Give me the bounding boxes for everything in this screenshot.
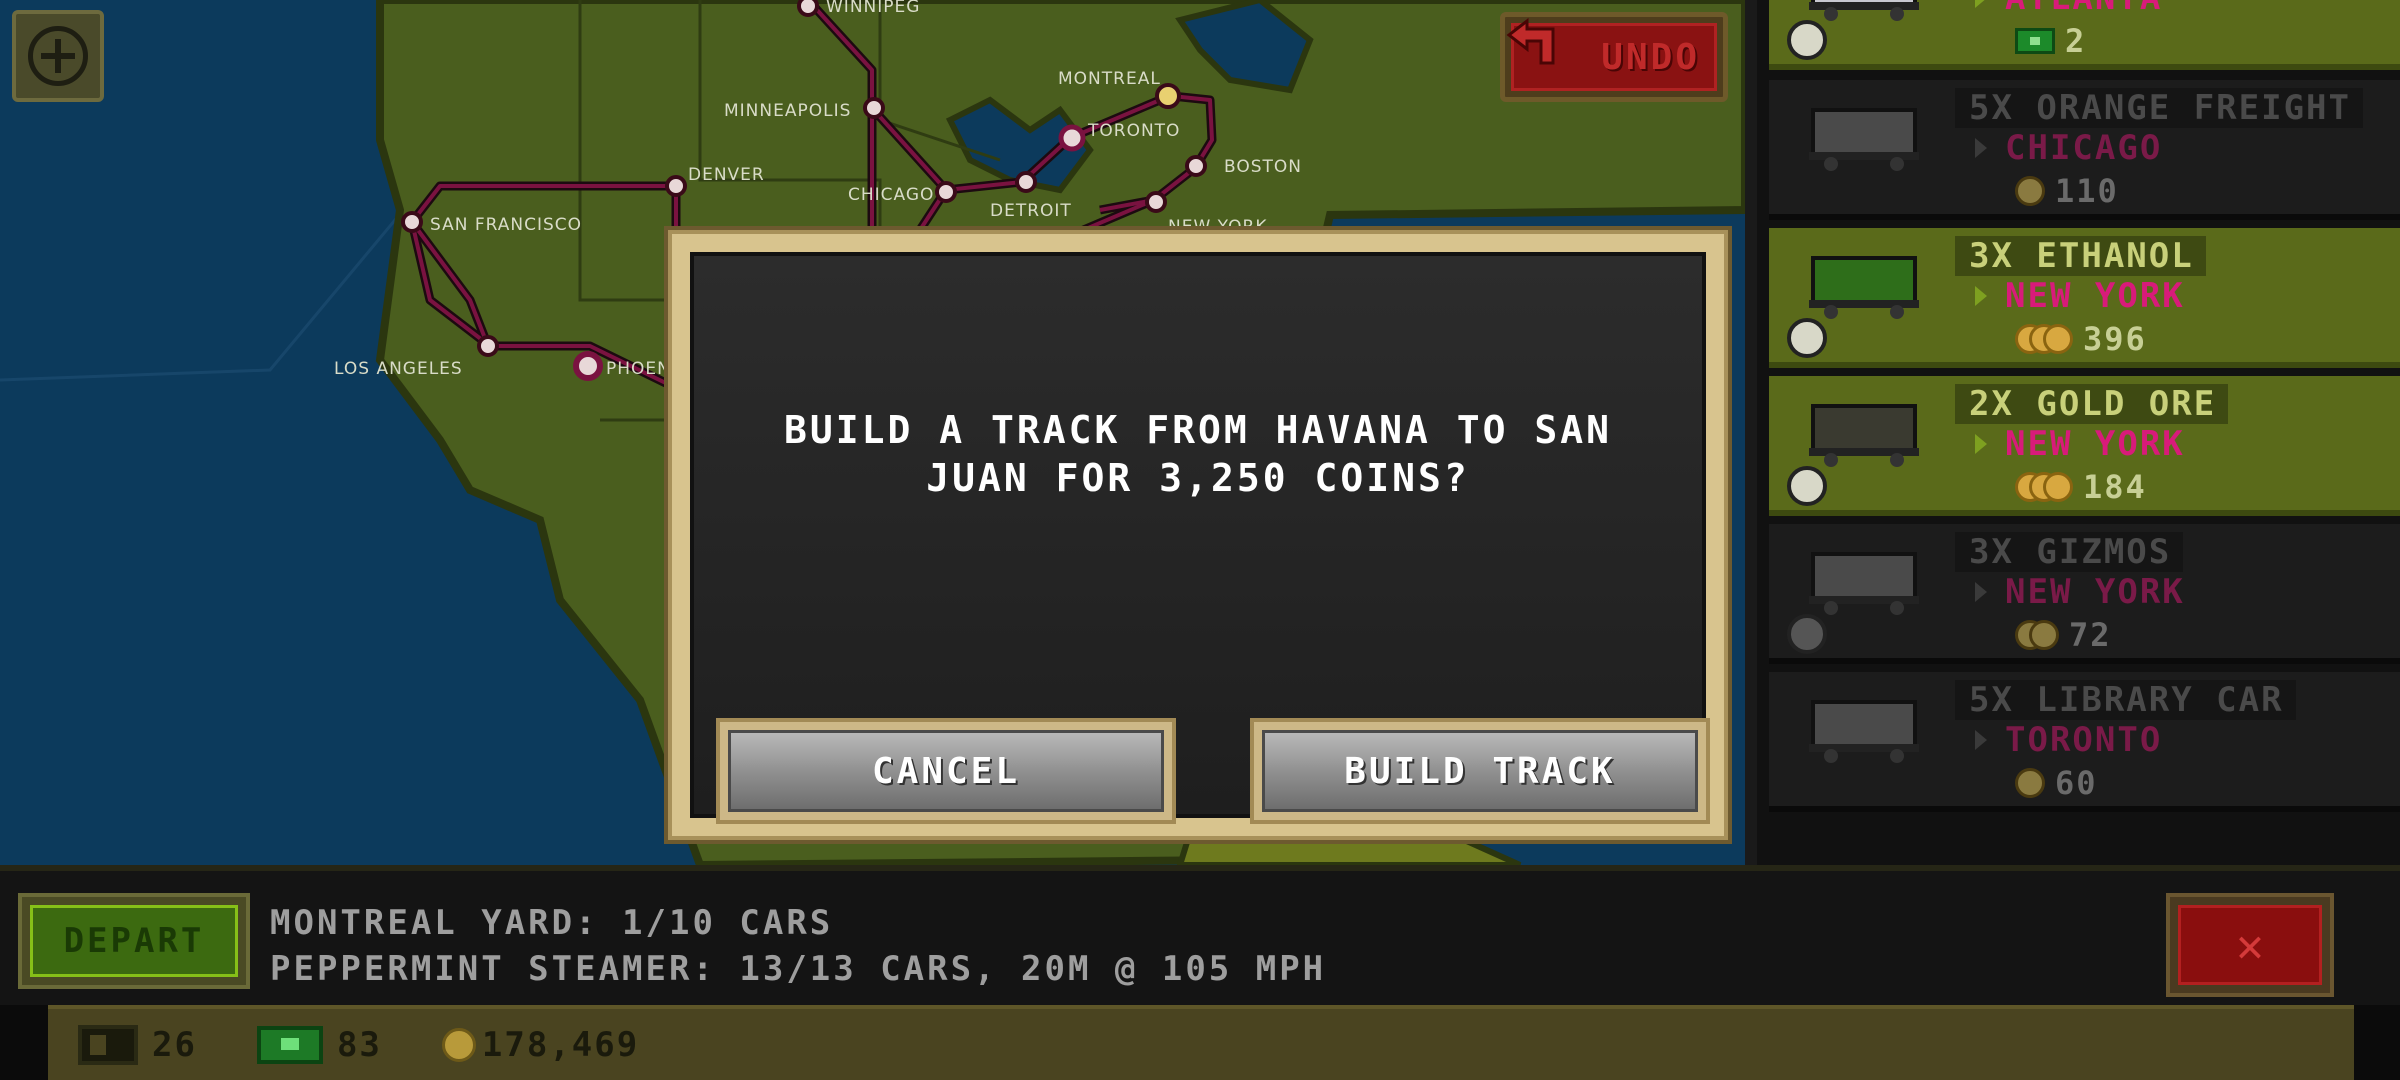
cargo-destination: CHICAGO — [2005, 128, 2163, 168]
train-car-icon — [1809, 256, 1919, 319]
cargo-reward-value: 184 — [2083, 468, 2147, 506]
svg-text:MONTREAL: MONTREAL — [1058, 69, 1161, 89]
coin-stack-icon — [2015, 176, 2045, 206]
cargo-reward-value: 60 — [2055, 764, 2098, 802]
train-car-icon — [1809, 108, 1919, 171]
yard-status: MONTREAL YARD: 1/10 CARS — [270, 903, 834, 943]
cargo-item[interactable]: 5X ORANGE FREIGHT CHICAGO 110 — [1769, 80, 2400, 220]
svg-text:CHICAGO: CHICAGO — [848, 185, 934, 205]
train-car-icon — [1809, 552, 1919, 615]
cargo-title: 3X GIZMOS — [1955, 532, 2184, 572]
arrow-right-icon — [1975, 582, 1987, 602]
cargo-title: 5X LIBRARY CAR — [1955, 680, 2296, 720]
add-button[interactable] — [12, 10, 104, 102]
cargo-reward: 60 — [2015, 764, 2098, 802]
coins-count: 178,469 — [481, 1024, 640, 1065]
cargo-reward-value: 396 — [2083, 320, 2147, 358]
svg-text:MINNEAPOLIS: MINNEAPOLIS — [724, 101, 851, 121]
arrow-right-icon — [1975, 434, 1987, 454]
cargo-title: 2X GOLD ORE — [1955, 384, 2229, 424]
coin-stack-icon — [2015, 768, 2045, 798]
cargo-destination: NEW YORK — [2005, 424, 2185, 464]
cargo-reward: 110 — [2015, 172, 2119, 210]
plus-circle-icon — [28, 26, 88, 86]
cargo-item[interactable]: 5X LIBRARY CAR TORONTO 60 — [1769, 672, 2400, 812]
train-car-icon — [1809, 0, 1919, 21]
svg-text:WINNIPEG: WINNIPEG — [826, 0, 920, 17]
cargo-destination: NEW YORK — [2005, 572, 2185, 612]
cargo-title: 3X ETHANOL — [1955, 236, 2206, 276]
train-status-bar: DEPART MONTREAL YARD: 1/10 CARS PEPPERMI… — [0, 865, 2400, 1005]
close-icon: ✕ — [2178, 905, 2322, 985]
cargo-item[interactable]: 3X ETHANOL NEW YORK 396 — [1769, 228, 2400, 368]
arrow-right-icon — [1975, 0, 1987, 8]
svg-text:DENVER: DENVER — [688, 165, 765, 185]
svg-text:LOS ANGELES: LOS ANGELES — [334, 359, 463, 379]
cargo-destination: NEW YORK — [2005, 276, 2185, 316]
dialog-message: BUILD A TRACK FROM HAVANA TO SAN JUAN FO… — [734, 406, 1662, 502]
undo-button[interactable]: UNDO — [1500, 12, 1728, 102]
cargo-reward-value: 72 — [2069, 616, 2112, 654]
money-count: 83 — [336, 1024, 382, 1065]
coin-stack-icon — [2015, 324, 2073, 354]
cargo-reward: 184 — [2015, 468, 2147, 506]
money-icon — [2015, 28, 2055, 54]
resource-bar: 26 83 178,469 — [48, 1005, 2354, 1080]
svg-text:TORONTO: TORONTO — [1087, 121, 1180, 141]
train-car-icon — [1809, 700, 1919, 763]
clock-icon — [1787, 466, 1827, 506]
train-status: PEPPERMINT STEAMER: 13/13 CARS, 20M @ 10… — [270, 949, 1327, 989]
svg-text:BOSTON: BOSTON — [1224, 157, 1302, 177]
money-resource: 83 — [256, 1024, 382, 1065]
clock-icon — [1787, 318, 1827, 358]
undo-label: UNDO — [1601, 36, 1700, 78]
build-track-button-label: BUILD TRACK — [1262, 730, 1698, 812]
cargo-title: 5X ORANGE FREIGHT — [1955, 88, 2363, 128]
dialog-message-line1: BUILD A TRACK FROM HAVANA TO SAN — [783, 408, 1613, 452]
train-car-icon — [78, 1024, 138, 1065]
cancel-button-label: CANCEL — [728, 730, 1164, 812]
coin-stack-icon — [2015, 472, 2073, 502]
coins-resource: 178,469 — [441, 1024, 640, 1065]
city-node[interactable]: SAN FRANCISCO — [401, 211, 582, 235]
cargo-reward: 396 — [2015, 320, 2147, 358]
cancel-button[interactable]: CANCEL — [716, 718, 1176, 824]
depart-button[interactable]: DEPART — [18, 893, 250, 989]
build-track-button[interactable]: BUILD TRACK — [1250, 718, 1710, 824]
cars-count: 26 — [152, 1024, 197, 1065]
arrow-right-icon — [1975, 730, 1987, 750]
arrow-right-icon — [1975, 138, 1987, 158]
train-car-icon — [1809, 404, 1919, 467]
cargo-reward-value: 110 — [2055, 172, 2119, 210]
close-button[interactable]: ✕ — [2166, 893, 2334, 997]
cargo-destination: ATLANTA — [2005, 0, 2162, 18]
cargo-reward: 2 — [2015, 22, 2086, 60]
cargo-item[interactable]: 2X GOLD ORE NEW YORK 184 — [1769, 376, 2400, 516]
arrow-right-icon — [1975, 286, 1987, 306]
cargo-list[interactable]: ATLANTA 2 5X ORANGE FREIGHTCHICAGO 110 3X ET… — [1745, 0, 2400, 865]
undo-arrow-icon — [1506, 17, 1555, 65]
clock-icon — [1787, 614, 1827, 654]
svg-text:DETROIT: DETROIT — [990, 201, 1072, 221]
clock-icon — [1787, 20, 1827, 60]
cargo-item[interactable]: ATLANTA 2 — [1769, 0, 2400, 70]
confirm-dialog: BUILD A TRACK FROM HAVANA TO SAN JUAN FO… — [668, 230, 1728, 840]
svg-text:SAN FRANCISCO: SAN FRANCISCO — [430, 215, 582, 235]
cars-resource: 26 — [78, 1024, 197, 1065]
money-icon — [256, 1025, 323, 1064]
dialog-message-line2: JUAN FOR 3,250 COINS? — [926, 456, 1470, 500]
cargo-reward: 72 — [2015, 616, 2112, 654]
cargo-reward-value: 2 — [2065, 22, 2087, 60]
cargo-destination: TORONTO — [2005, 720, 2163, 760]
coin-stack-icon — [2015, 620, 2059, 650]
cargo-item[interactable]: 3X GIZMOS NEW YORK 72 — [1769, 524, 2400, 664]
depart-button-label: DEPART — [30, 905, 238, 977]
coin-icon — [441, 1027, 476, 1062]
